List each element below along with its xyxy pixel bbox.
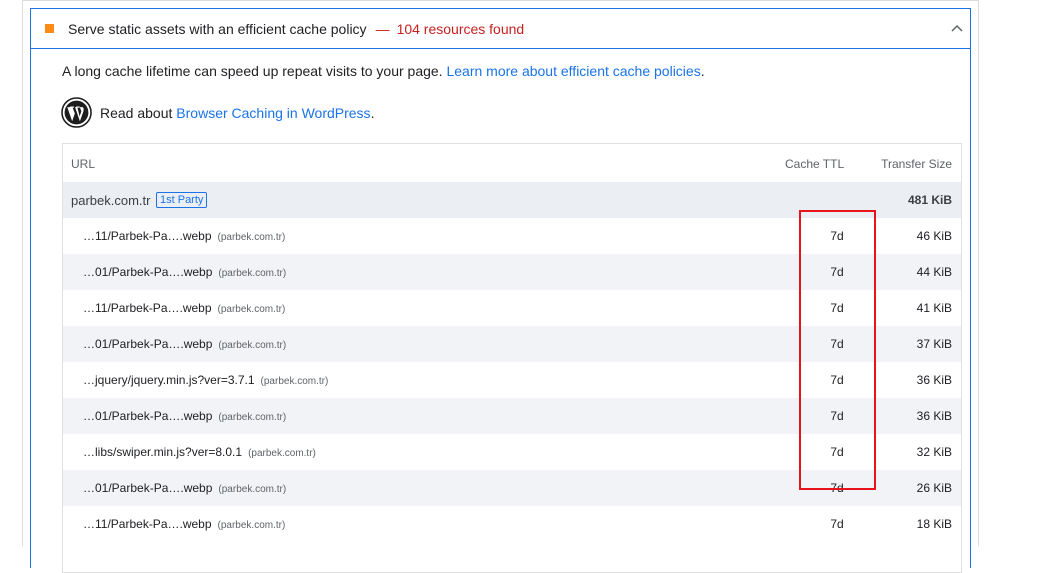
resource-url-cell[interactable]: …01/Parbek-Pa….webp (parbek.com.tr) (83, 409, 286, 423)
cache-ttl-value: 7d (830, 409, 844, 423)
transfer-size-value: 36 KiB (916, 373, 952, 387)
resource-url-cell[interactable]: …jquery/jquery.min.js?ver=3.7.1 (parbek.c… (83, 373, 328, 387)
resource-url: …jquery/jquery.min.js?ver=3.7.1 (83, 373, 255, 387)
table-row: …11/Parbek-Pa….webp (parbek.com.tr) 7d 18… (63, 506, 961, 542)
resource-url: …01/Parbek-Pa….webp (83, 265, 213, 279)
resource-url: …11/Parbek-Pa….webp (83, 517, 212, 531)
wordpress-tip: Read about Browser Caching in WordPress. (100, 105, 374, 121)
audit-separator: — (375, 21, 390, 37)
table-row: …01/Parbek-Pa….webp (parbek.com.tr) 7d 44… (63, 254, 961, 290)
table-row: …01/Parbek-Pa….webp (parbek.com.tr) 7d 36… (63, 398, 961, 434)
resource-url-cell[interactable]: …libs/swiper.min.js?ver=8.0.1 (parbek.com… (83, 445, 316, 459)
entity-name: parbek.com.tr (71, 193, 151, 208)
resource-host: (parbek.com.tr) (218, 340, 287, 351)
table-row: …11/Parbek-Pa….webp (parbek.com.tr) 7d 41… (63, 290, 961, 326)
table-row: …11/Parbek-Pa….webp (parbek.com.tr) 7d 46… (63, 218, 961, 254)
wordpress-tip-prefix: Read about (100, 105, 173, 121)
fail-square-icon (45, 24, 54, 33)
wordpress-caching-link[interactable]: Browser Caching in WordPress (176, 105, 370, 121)
resource-url-cell[interactable]: …11/Parbek-Pa….webp (parbek.com.tr) (83, 229, 285, 243)
resource-url: …11/Parbek-Pa….webp (83, 229, 212, 243)
cache-ttl-value: 7d (830, 481, 844, 495)
audit-panel: Serve static assets with an efficient ca… (30, 8, 971, 573)
transfer-size-value: 44 KiB (916, 265, 952, 279)
audit-title[interactable]: Serve static assets with an efficient ca… (68, 21, 524, 37)
entity-group-row: parbek.com.tr 1st Party 481 KiB (63, 182, 961, 218)
transfer-size-column-header: Transfer Size (881, 157, 952, 171)
cache-ttl-value: 7d (830, 337, 844, 351)
cache-ttl-value: 7d (830, 265, 844, 279)
left-divider (22, 0, 23, 546)
transfer-size-value: 46 KiB (916, 229, 952, 243)
table-row: …libs/swiper.min.js?ver=8.0.1 (parbek.com… (63, 434, 961, 470)
url-column-header: URL (71, 157, 96, 171)
cache-ttl-value: 7d (830, 229, 844, 243)
transfer-size-value: 36 KiB (916, 409, 952, 423)
learn-more-link[interactable]: Learn more about efficient cache policie… (446, 63, 700, 79)
transfer-size-value: 26 KiB (916, 481, 952, 495)
resource-host: (parbek.com.tr) (260, 376, 329, 387)
chevron-up-icon[interactable] (949, 22, 965, 36)
resource-host: (parbek.com.tr) (217, 520, 286, 531)
resource-url-cell[interactable]: …01/Parbek-Pa….webp (parbek.com.tr) (83, 481, 286, 495)
resources-table: URL Cache TTL Transfer Size parbek.com.t… (62, 143, 962, 573)
resource-host: (parbek.com.tr) (218, 268, 287, 279)
audit-title-text: Serve static assets with an efficient ca… (68, 21, 367, 37)
resource-url: …libs/swiper.min.js?ver=8.0.1 (83, 445, 243, 459)
resource-url-cell[interactable]: …01/Parbek-Pa….webp (parbek.com.tr) (83, 337, 286, 351)
wordpress-logo-icon (61, 97, 92, 128)
top-divider (22, 0, 979, 1)
cache-ttl-value: 7d (830, 445, 844, 459)
resource-url: …01/Parbek-Pa….webp (83, 481, 213, 495)
description-end: . (700, 63, 705, 79)
table-row: …01/Parbek-Pa….webp (parbek.com.tr) 7d 26… (63, 470, 961, 506)
right-divider (978, 0, 979, 546)
resource-url: …01/Parbek-Pa….webp (83, 409, 213, 423)
resource-host: (parbek.com.tr) (248, 448, 316, 459)
resource-host: (parbek.com.tr) (218, 484, 287, 495)
cache-ttl-value: 7d (830, 373, 844, 387)
transfer-size-value: 18 KiB (916, 517, 952, 531)
resource-url-cell[interactable]: …11/Parbek-Pa….webp (parbek.com.tr) (83, 517, 285, 531)
resource-url-cell[interactable]: …11/Parbek-Pa….webp (parbek.com.tr) (83, 301, 285, 315)
audit-description: A long cache lifetime can speed up repea… (62, 63, 705, 79)
resource-host: (parbek.com.tr) (217, 304, 286, 315)
transfer-size-value: 41 KiB (916, 301, 952, 315)
cache-ttl-value: 7d (830, 517, 844, 531)
transfer-size-value: 32 KiB (916, 445, 952, 459)
wordpress-tip-end: . (370, 105, 375, 121)
resource-url: …01/Parbek-Pa….webp (83, 337, 213, 351)
entity-total-size: 481 KiB (907, 193, 952, 207)
table-row: …jquery/jquery.min.js?ver=3.7.1 (parbek.c… (63, 362, 961, 398)
first-party-badge: 1st Party (156, 192, 208, 208)
cache-ttl-value: 7d (830, 301, 844, 315)
audit-display-value: 104 resources found (396, 21, 525, 37)
resource-url-cell[interactable]: …01/Parbek-Pa….webp (parbek.com.tr) (83, 265, 286, 279)
description-text: A long cache lifetime can speed up repea… (62, 63, 443, 79)
audit-header[interactable]: Serve static assets with an efficient ca… (31, 9, 970, 49)
cache-ttl-column-header: Cache TTL (785, 157, 845, 171)
transfer-size-value: 37 KiB (916, 337, 952, 351)
resource-host: (parbek.com.tr) (218, 412, 287, 423)
resource-host: (parbek.com.tr) (217, 232, 286, 243)
table-row: …01/Parbek-Pa….webp (parbek.com.tr) 7d 37… (63, 326, 961, 362)
resource-url: …11/Parbek-Pa….webp (83, 301, 212, 315)
